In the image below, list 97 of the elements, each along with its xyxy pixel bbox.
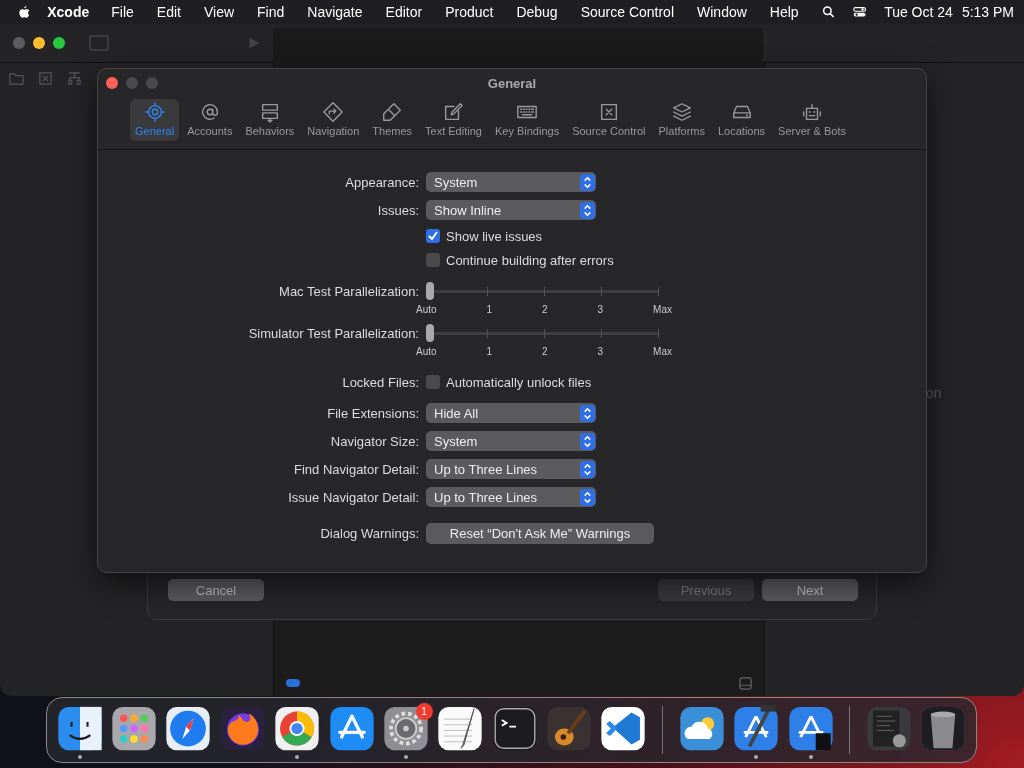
up-down-chevron-icon: [580, 432, 595, 450]
field-label: Mac Test Parallelization:: [279, 284, 419, 299]
up-down-chevron-icon: [580, 460, 595, 478]
toolbar-tab[interactable]: Platforms: [653, 99, 710, 141]
window-control-dot[interactable]: [33, 37, 45, 49]
diamond-arrow-icon: [322, 101, 345, 123]
sidebar-toggle-icon[interactable]: [89, 35, 109, 51]
tick-label: Max: [653, 346, 672, 357]
sheet-button[interactable]: Next: [762, 579, 858, 601]
tick-label: 3: [597, 346, 604, 357]
field-label: Locked Files:: [342, 374, 419, 390]
slider-thumb[interactable]: [426, 324, 434, 342]
notepad-icon[interactable]: [436, 705, 485, 753]
up-down-chevron-icon: [580, 173, 595, 191]
toolbar-tab[interactable]: Navigation: [302, 99, 365, 141]
menu-item[interactable]: Find: [257, 4, 285, 20]
menu-item[interactable]: Product: [445, 4, 494, 20]
up-down-chevron-icon: [580, 201, 595, 219]
menu-item[interactable]: Source Control: [580, 4, 675, 20]
popup-menu[interactable]: Hide All: [426, 403, 596, 423]
layers-icon: [670, 101, 693, 123]
window-control-dot[interactable]: [13, 37, 25, 49]
window-control-dot[interactable]: [126, 77, 138, 89]
up-down-chevron-icon: [580, 404, 595, 422]
grid-app-icon[interactable]: [110, 705, 159, 753]
tick-label: 3: [597, 304, 604, 315]
checkbox[interactable]: [426, 229, 440, 243]
up-down-chevron-icon: [580, 488, 595, 506]
window-control-dot[interactable]: [146, 77, 158, 89]
checkbox-label: Automatically unlock files: [446, 374, 592, 390]
checkbox-label: Continue building after errors: [446, 252, 614, 268]
menu-bar-date[interactable]: Tue Oct 24: [884, 4, 953, 20]
robot-icon: [801, 101, 823, 123]
window-control-dot[interactable]: [53, 37, 65, 49]
checkbox[interactable]: [426, 253, 440, 267]
menu-item[interactable]: Edit: [156, 4, 181, 20]
toolbar-tab[interactable]: Server & Bots: [773, 99, 851, 141]
field-label: Issue Navigator Detail:: [288, 489, 419, 505]
popup-menu[interactable]: Up to Three Lines: [426, 459, 596, 479]
menu-item[interactable]: Help: [769, 4, 799, 20]
flame-globe-icon[interactable]: [218, 705, 267, 753]
sheet-button[interactable]: Cancel: [168, 579, 264, 601]
field-label: Find Navigator Detail:: [294, 461, 419, 477]
menu-item[interactable]: Editor: [385, 4, 423, 20]
popup-menu[interactable]: System: [426, 431, 596, 451]
tick-label: 1: [486, 304, 493, 315]
popup-menu[interactable]: System: [426, 172, 596, 192]
field-label: Issues:: [377, 202, 419, 218]
face-app-icon[interactable]: [55, 705, 104, 753]
slider-thumb[interactable]: [426, 282, 434, 300]
tick-label: 2: [542, 346, 548, 357]
terminal-icon[interactable]: [490, 705, 539, 753]
menu-item[interactable]: Navigate: [307, 4, 363, 20]
hammer-app-icon[interactable]: [732, 705, 781, 753]
tick-label: 2: [542, 304, 548, 315]
toolbar-tab[interactable]: Source Control: [567, 99, 651, 141]
toolbar-tab[interactable]: General: [130, 99, 180, 141]
checkbox[interactable]: [426, 375, 440, 389]
menu-item[interactable]: Debug: [516, 4, 558, 20]
app-menu[interactable]: Xcode: [47, 4, 90, 20]
tick-label: 1: [486, 346, 493, 357]
weather-icon[interactable]: [677, 705, 726, 753]
checkbox-label: Show live issues: [446, 228, 543, 244]
toolbar-tab[interactable]: Text Editing: [420, 99, 487, 141]
toolbar-tab[interactable]: Accounts: [182, 99, 238, 141]
field-label: Navigator Size:: [330, 433, 419, 449]
tool-app-icon[interactable]: [786, 705, 835, 753]
field-label: Dialog Warnings:: [320, 525, 419, 541]
tick-label: Max: [653, 304, 672, 315]
search-icon[interactable]: [821, 4, 835, 20]
menu-item[interactable]: Window: [697, 4, 747, 20]
tick-label: Auto: [416, 346, 437, 357]
menu-item[interactable]: View: [203, 4, 235, 20]
menu-item[interactable]: File: [111, 4, 134, 20]
field-label: File Extensions:: [327, 405, 419, 421]
toolbar-tab[interactable]: Behaviors: [240, 99, 300, 141]
menu-bar-clock[interactable]: 5:13 PM: [961, 4, 1014, 20]
window-title: General: [487, 75, 537, 91]
pill-icon: [286, 678, 302, 688]
apple-icon[interactable]: [18, 3, 32, 21]
compass-icon[interactable]: [164, 705, 213, 753]
field-label: Appearance:: [345, 174, 419, 190]
tick-label: Auto: [416, 304, 437, 315]
toolbar-tab[interactable]: Themes: [367, 99, 418, 141]
trash-icon[interactable]: [919, 705, 968, 753]
reset-warnings-button[interactable]: Reset “Don't Ask Me” Warnings: [426, 522, 654, 544]
panel-icon[interactable]: [739, 677, 752, 690]
toolbar-tab[interactable]: Locations: [713, 99, 771, 141]
guitar-icon[interactable]: [545, 705, 594, 753]
close-button[interactable]: [106, 77, 118, 89]
letter-a-app-icon[interactable]: [327, 705, 376, 753]
code-editor-icon[interactable]: [599, 705, 648, 753]
popup-menu[interactable]: Show Inline: [426, 200, 596, 220]
popup-menu[interactable]: Up to Three Lines: [426, 487, 596, 507]
field-label: Simulator Test Parallelization:: [248, 326, 419, 341]
toolbar-tab[interactable]: Key Bindings: [489, 99, 565, 141]
document-stack-icon[interactable]: [864, 705, 913, 753]
